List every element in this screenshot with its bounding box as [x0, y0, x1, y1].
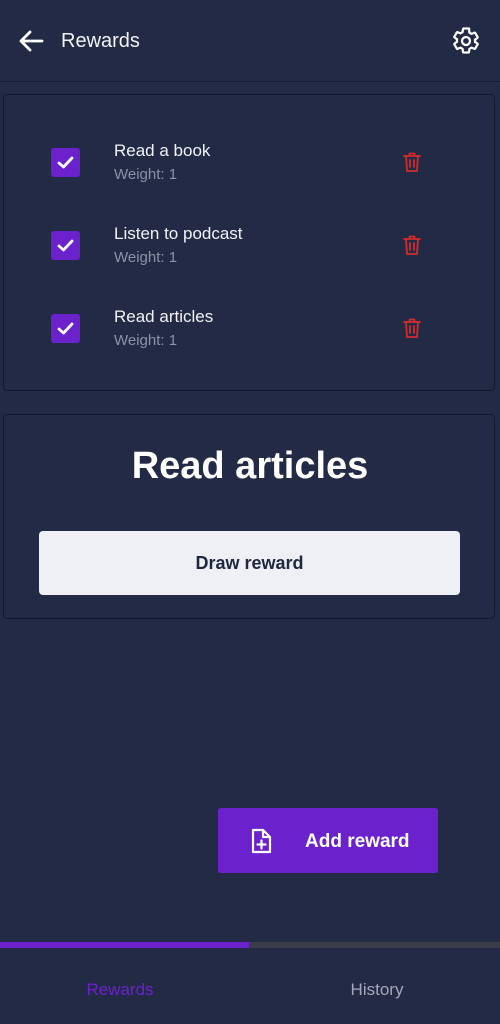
arrow-left-icon	[19, 30, 44, 52]
tab-history[interactable]: History	[250, 948, 500, 1024]
delete-reward-button[interactable]	[400, 233, 424, 257]
file-plus-icon	[251, 828, 272, 854]
reward-weight: Weight: 1	[114, 166, 178, 183]
draw-result-card: Read articles Draw reward	[3, 414, 495, 619]
draw-reward-button[interactable]: Draw reward	[39, 531, 460, 595]
trash-icon	[403, 235, 421, 255]
gear-icon	[453, 27, 479, 54]
reward-checkbox[interactable]	[51, 314, 80, 343]
trash-icon	[403, 318, 421, 338]
delete-reward-button[interactable]	[400, 150, 424, 174]
reward-item: Read articles Weight: 1	[4, 301, 496, 361]
add-reward-label: Add reward	[305, 831, 410, 852]
reward-name: Read articles	[114, 307, 214, 326]
add-reward-button[interactable]: Add reward	[218, 808, 438, 873]
reward-item: Listen to podcast Weight: 1	[4, 218, 496, 278]
settings-button[interactable]	[451, 26, 481, 56]
reward-weight: Weight: 1	[114, 332, 178, 349]
tab-rewards-label: Rewards	[86, 980, 154, 999]
app-bar: Rewards	[0, 0, 500, 82]
tab-history-label: History	[350, 980, 404, 999]
rewards-screen: Rewards Read a book Weight: 1 Listen to …	[0, 0, 500, 1024]
page-title: Rewards	[61, 30, 140, 52]
check-icon	[57, 239, 74, 252]
check-icon	[57, 322, 74, 335]
reward-name: Listen to podcast	[114, 224, 243, 243]
reward-weight: Weight: 1	[114, 249, 178, 266]
tab-rewards[interactable]: Rewards	[0, 948, 250, 1024]
reward-name: Read a book	[114, 141, 211, 160]
check-icon	[57, 156, 74, 169]
reward-checkbox[interactable]	[51, 231, 80, 260]
back-button[interactable]	[16, 26, 46, 56]
drawn-reward-title: Read articles	[131, 445, 369, 487]
reward-item: Read a book Weight: 1	[4, 135, 496, 195]
reward-checkbox[interactable]	[51, 148, 80, 177]
trash-icon	[403, 152, 421, 172]
rewards-list-card: Read a book Weight: 1 Listen to podcast …	[3, 94, 495, 391]
delete-reward-button[interactable]	[400, 316, 424, 340]
